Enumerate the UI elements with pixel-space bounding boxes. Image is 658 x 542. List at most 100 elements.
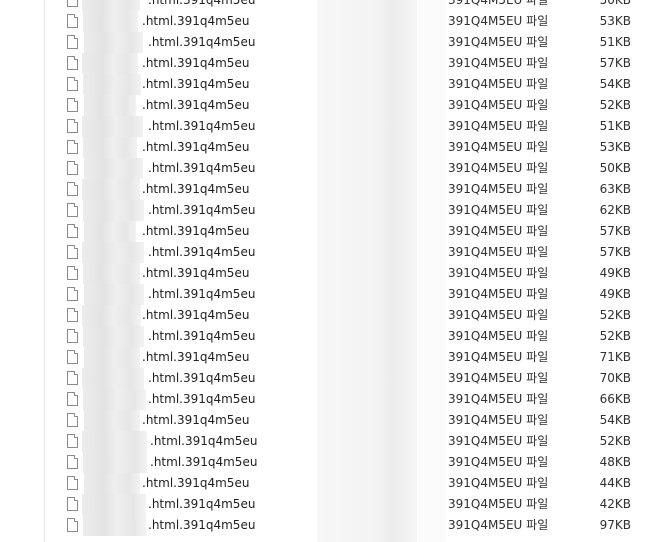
file-row[interactable]: .html.391q4m5eu 391Q4M5EU 파일 44KB — [0, 473, 658, 494]
file-name: .html.391q4m5eu — [150, 434, 258, 448]
file-size: 51KB — [599, 35, 631, 49]
file-row[interactable]: .html.391q4m5eu 391Q4M5EU 파일 71KB — [0, 347, 658, 368]
file-row[interactable]: .html.391q4m5eu 391Q4M5EU 파일 57KB — [0, 221, 658, 242]
redacted-name-blur — [82, 242, 144, 263]
file-icon — [67, 140, 78, 154]
file-row[interactable]: .html.391q4m5eu 391Q4M5EU 파일 52KB — [0, 95, 658, 116]
file-type: 391Q4M5EU 파일 — [448, 119, 549, 133]
file-size: 57KB — [599, 245, 631, 259]
redacted-name-blur — [83, 326, 144, 347]
file-icon — [67, 392, 78, 406]
file-name: .html.391q4m5eu — [148, 287, 256, 301]
file-row[interactable]: .html.391q4m5eu 391Q4M5EU 파일 57KB — [0, 242, 658, 263]
file-type: 391Q4M5EU 파일 — [448, 203, 549, 217]
file-row[interactable]: .html.391q4m5eu 391Q4M5EU 파일 57KB — [0, 53, 658, 74]
file-size: 52KB — [599, 308, 631, 322]
file-icon — [67, 329, 78, 343]
file-row[interactable]: .html.391q4m5eu 391Q4M5EU 파일 52KB — [0, 431, 658, 452]
file-row[interactable]: .html.391q4m5eu 391Q4M5EU 파일 54KB — [0, 410, 658, 431]
redacted-name-blur — [82, 179, 140, 200]
file-size: 70KB — [599, 371, 631, 385]
file-name: .html.391q4m5eu — [148, 497, 256, 511]
file-type: 391Q4M5EU 파일 — [448, 140, 549, 154]
file-row[interactable]: .html.391q4m5eu 391Q4M5EU 파일 52KB — [0, 326, 658, 347]
file-row[interactable]: .html.391q4m5eu 391Q4M5EU 파일 53KB — [0, 11, 658, 32]
file-row[interactable]: .html.391q4m5eu 391Q4M5EU 파일 50KB — [0, 0, 658, 11]
file-name: .html.391q4m5eu — [142, 476, 250, 490]
file-row[interactable]: .html.391q4m5eu 391Q4M5EU 파일 97KB — [0, 515, 658, 536]
redacted-name-blur — [84, 32, 143, 53]
file-type: 391Q4M5EU 파일 — [448, 518, 549, 532]
file-size: 53KB — [599, 14, 631, 28]
redacted-name-blur — [82, 0, 140, 11]
file-name: .html.391q4m5eu — [142, 77, 250, 91]
file-icon — [67, 224, 78, 238]
file-row[interactable]: .html.391q4m5eu 391Q4M5EU 파일 42KB — [0, 494, 658, 515]
file-row[interactable]: .html.391q4m5eu 391Q4M5EU 파일 66KB — [0, 389, 658, 410]
redacted-name-blur — [83, 263, 140, 284]
redacted-name-blur — [83, 74, 141, 95]
file-icon — [67, 245, 78, 259]
file-icon — [67, 518, 78, 532]
file-icon — [67, 413, 78, 427]
redacted-name-blur — [82, 368, 144, 389]
file-row[interactable]: .html.391q4m5eu 391Q4M5EU 파일 50KB — [0, 158, 658, 179]
redacted-name-blur — [82, 116, 143, 137]
file-type: 391Q4M5EU 파일 — [448, 371, 549, 385]
file-icon — [67, 35, 78, 49]
file-icon — [67, 287, 78, 301]
file-row[interactable]: .html.391q4m5eu 391Q4M5EU 파일 53KB — [0, 137, 658, 158]
file-type: 391Q4M5EU 파일 — [448, 224, 549, 238]
file-row[interactable]: .html.391q4m5eu 391Q4M5EU 파일 51KB — [0, 32, 658, 53]
file-icon — [67, 77, 78, 91]
file-size: 54KB — [599, 413, 631, 427]
file-size: 51KB — [599, 119, 631, 133]
file-name: .html.391q4m5eu — [142, 56, 250, 70]
file-name: .html.391q4m5eu — [148, 518, 256, 532]
redacted-name-blur — [83, 137, 137, 158]
file-size: 44KB — [599, 476, 631, 490]
file-size: 57KB — [599, 224, 631, 238]
file-type: 391Q4M5EU 파일 — [448, 329, 549, 343]
file-type: 391Q4M5EU 파일 — [448, 266, 549, 280]
file-name: .html.391q4m5eu — [148, 35, 256, 49]
file-name: .html.391q4m5eu — [148, 119, 256, 133]
file-icon — [67, 308, 78, 322]
file-row[interactable]: .html.391q4m5eu 391Q4M5EU 파일 70KB — [0, 368, 658, 389]
file-size: 53KB — [599, 140, 631, 154]
file-icon — [67, 161, 78, 175]
file-icon — [67, 119, 78, 133]
file-name: .html.391q4m5eu — [142, 266, 250, 280]
file-row[interactable]: .html.391q4m5eu 391Q4M5EU 파일 49KB — [0, 263, 658, 284]
file-size: 49KB — [599, 287, 631, 301]
file-size: 49KB — [599, 266, 631, 280]
file-type: 391Q4M5EU 파일 — [448, 35, 549, 49]
file-row[interactable]: .html.391q4m5eu 391Q4M5EU 파일 49KB — [0, 284, 658, 305]
file-row[interactable]: .html.391q4m5eu 391Q4M5EU 파일 62KB — [0, 200, 658, 221]
file-type: 391Q4M5EU 파일 — [448, 497, 549, 511]
file-name: .html.391q4m5eu — [142, 308, 250, 322]
file-row[interactable]: .html.391q4m5eu 391Q4M5EU 파일 54KB — [0, 74, 658, 95]
file-row[interactable]: .html.391q4m5eu 391Q4M5EU 파일 51KB — [0, 116, 658, 137]
file-size: 52KB — [599, 329, 631, 343]
file-name: .html.391q4m5eu — [148, 203, 256, 217]
file-size: 48KB — [599, 455, 631, 469]
redacted-name-blur — [82, 53, 138, 74]
file-type: 391Q4M5EU 파일 — [448, 56, 549, 70]
file-type: 391Q4M5EU 파일 — [448, 0, 549, 7]
redacted-name-blur — [84, 473, 140, 494]
file-size: 63KB — [599, 182, 631, 196]
file-size: 57KB — [599, 56, 631, 70]
file-size: 52KB — [599, 434, 631, 448]
file-name: .html.391q4m5eu — [142, 224, 250, 238]
file-row[interactable]: .html.391q4m5eu 391Q4M5EU 파일 48KB — [0, 452, 658, 473]
file-size: 71KB — [599, 350, 631, 364]
redacted-name-blur — [83, 515, 146, 536]
file-row[interactable]: .html.391q4m5eu 391Q4M5EU 파일 63KB — [0, 179, 658, 200]
file-icon — [67, 434, 78, 448]
file-row[interactable]: .html.391q4m5eu 391Q4M5EU 파일 52KB — [0, 305, 658, 326]
file-size: 54KB — [599, 77, 631, 91]
file-size: 42KB — [599, 497, 631, 511]
file-name: .html.391q4m5eu — [148, 371, 256, 385]
file-size: 62KB — [599, 203, 631, 217]
